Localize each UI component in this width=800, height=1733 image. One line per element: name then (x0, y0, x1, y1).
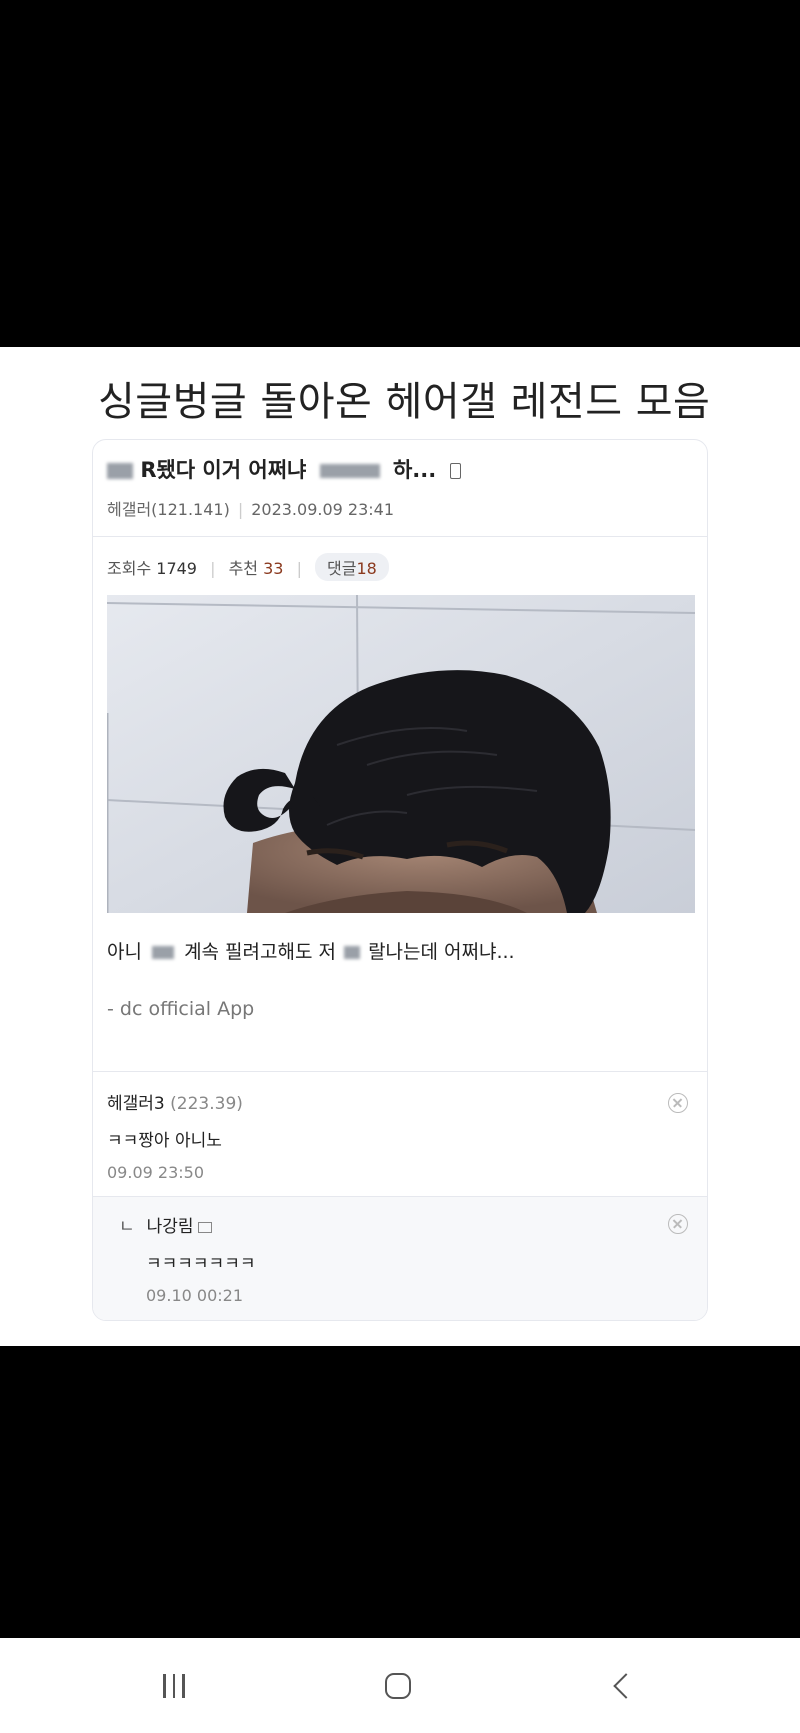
blurred-text (344, 946, 361, 959)
post-author[interactable]: 헤갤러(121.141) (107, 500, 230, 519)
blurred-text (152, 946, 175, 959)
post-title-text-end: 하... (392, 458, 437, 482)
mobile-icon (449, 463, 461, 479)
post-body-text: 아니 (107, 941, 142, 963)
post-stats: 조회수 1749 | 추천 33 | 댓글18 (107, 553, 389, 581)
divider (93, 1196, 707, 1197)
recents-icon (163, 1673, 185, 1698)
post-body-text: 랄나는데 어쩌냐... (368, 941, 515, 963)
back-icon (613, 1672, 639, 1699)
post-title-text: R됐다 이거 어쩌냐 (140, 458, 307, 482)
divider (93, 1071, 707, 1072)
views-label: 조회수 (107, 559, 152, 578)
home-icon (385, 1672, 411, 1699)
comments-label: 댓글 (327, 559, 357, 578)
recents-button[interactable] (134, 1638, 214, 1733)
android-nav-bar (0, 1638, 800, 1733)
comment-author[interactable]: 헤갤러3 (223.39) (107, 1089, 243, 1114)
top-black-bar (0, 0, 800, 347)
edit-icon (197, 1221, 212, 1233)
views-count: 1749 (156, 559, 197, 578)
comment-text: ㅋㅋ짱아 아니노 (107, 1131, 222, 1151)
reply-author[interactable]: ㄴ 나강림 (119, 1212, 255, 1237)
reply-item: ㄴ 나강림 ㅋㅋㅋㅋㅋㅋㅋ 09.10 00:21 (93, 1196, 707, 1320)
reply-marker: ㄴ (119, 1217, 135, 1237)
separator: | (296, 559, 302, 578)
delete-comment-icon[interactable] (668, 1093, 688, 1113)
post-body-text: 계속 필려고해도 저 (184, 941, 336, 963)
comment-content: 헤갤러3 (223.39) ㅋㅋ짱아 아니노 09.09 23:50 (107, 1089, 243, 1182)
separator: | (210, 559, 216, 578)
post-body: 아니 계속 필려고해도 저 랄나는데 어쩌냐... (107, 937, 515, 964)
recommend-label: 추천 (228, 559, 259, 578)
comment-author-ip: (223.39) (170, 1094, 243, 1114)
divider (93, 536, 707, 537)
separator: | (237, 500, 244, 519)
reply-content: ㄴ 나강림 ㅋㅋㅋㅋㅋㅋㅋ 09.10 00:21 (119, 1212, 255, 1305)
reply-time: 09.10 00:21 (146, 1286, 243, 1305)
post-datetime: 2023.09.09 23:41 (251, 500, 395, 519)
comment-count-button[interactable]: 댓글18 (315, 553, 389, 581)
post-photo (107, 595, 695, 913)
screenshot-content: 싱글벙글 돌아온 헤어갤 레전드 모음 R됐다 이거 어쩌냐 하... 헤갤러(… (0, 347, 800, 1346)
bottom-black-bar (0, 1346, 800, 1638)
blurred-text (107, 463, 133, 479)
post-meta: 헤갤러(121.141) | 2023.09.09 23:41 (107, 496, 394, 520)
recommend-count: 33 (263, 559, 284, 578)
comment-author-name: 헤갤러3 (107, 1094, 165, 1114)
page-title: 싱글벙글 돌아온 헤어갤 레전드 모음 (98, 379, 711, 425)
hair-photo-illustration (107, 595, 695, 913)
post-title[interactable]: R됐다 이거 어쩌냐 하... (107, 454, 461, 484)
comments-count: 18 (356, 559, 377, 578)
app-signature: - dc official App (107, 998, 255, 1020)
blurred-text (319, 464, 380, 478)
delete-reply-icon[interactable] (668, 1214, 688, 1234)
post-card: R됐다 이거 어쩌냐 하... 헤갤러(121.141) | 2023.09.09 … (92, 439, 708, 1321)
back-button[interactable] (582, 1638, 662, 1733)
reply-author-name: 나강림 (146, 1217, 194, 1237)
reply-text: ㅋㅋㅋㅋㅋㅋㅋ (146, 1254, 256, 1274)
comment-time: 09.09 23:50 (107, 1163, 204, 1182)
home-button[interactable] (358, 1638, 438, 1733)
